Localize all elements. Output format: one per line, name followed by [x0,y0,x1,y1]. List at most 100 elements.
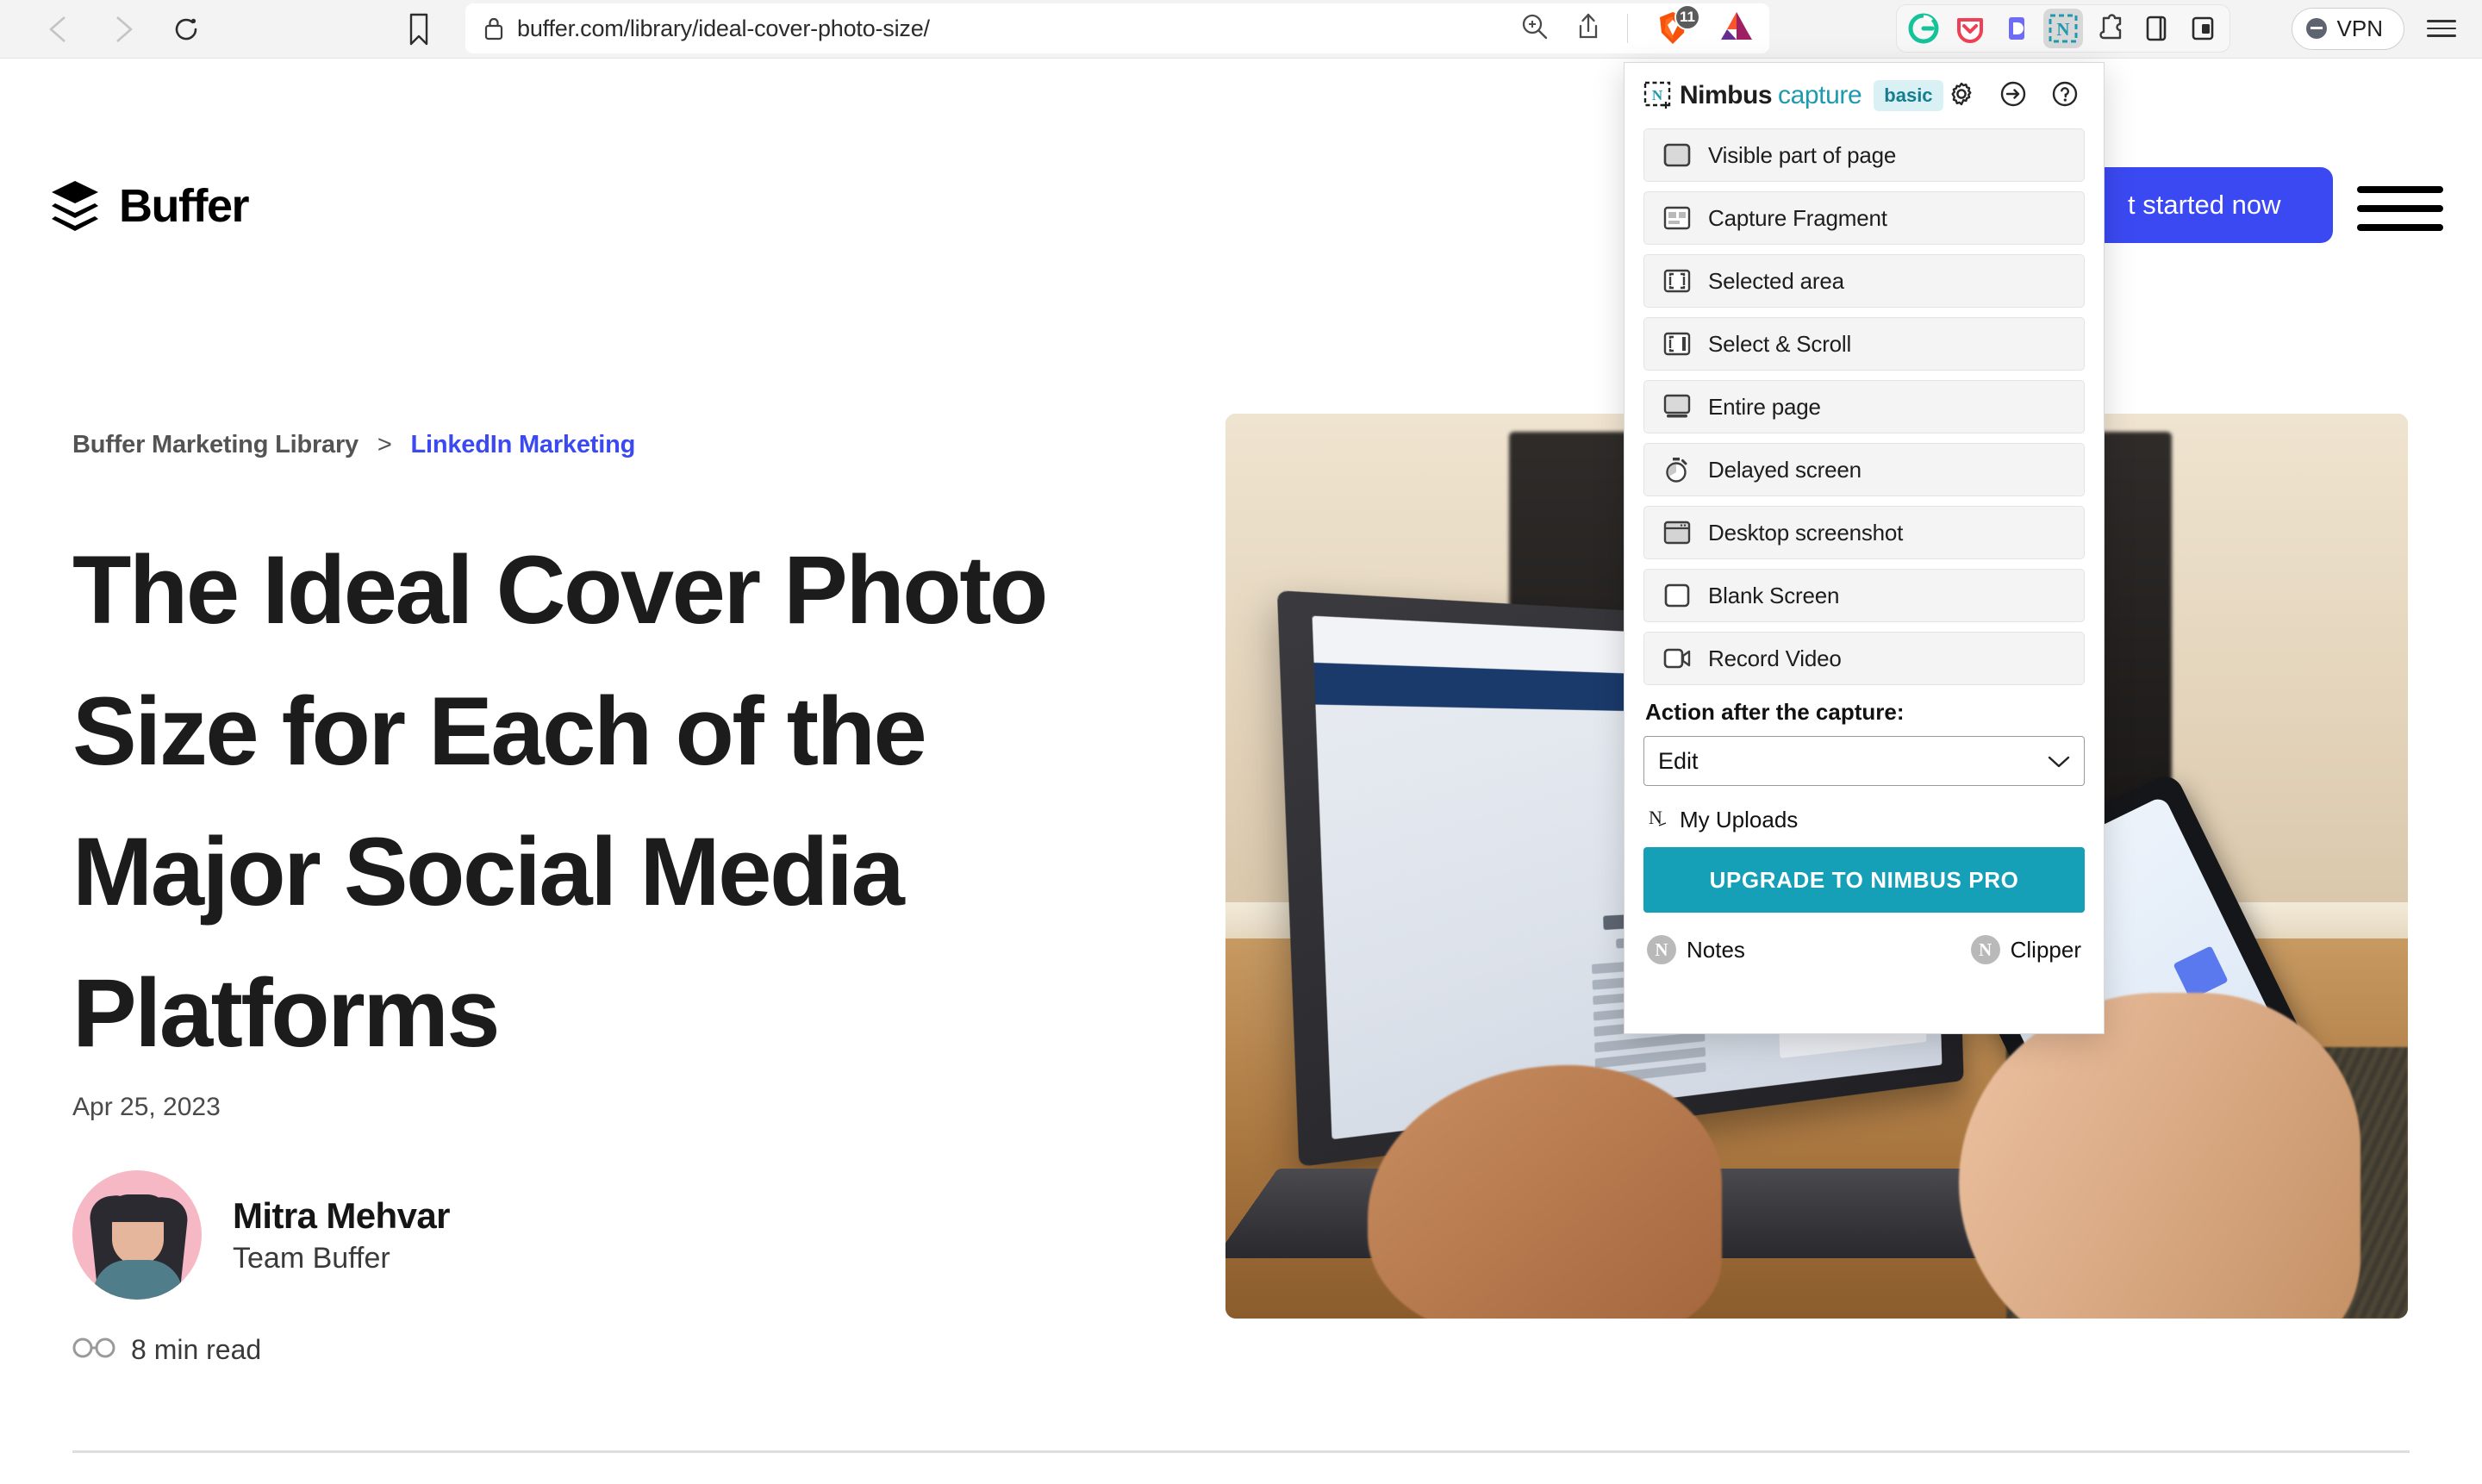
reload-icon[interactable] [169,12,203,47]
capture-item-label: Visible part of page [1708,141,1897,168]
nimbus-clipper-icon: N [1970,935,2000,964]
capture-select-and-scroll[interactable]: Select & Scroll [1643,317,2085,371]
bookmark-icon[interactable] [405,12,433,51]
capture-delayed-screen[interactable]: Delayed screen [1643,443,2085,496]
action-after-capture-value: Edit [1658,747,1699,774]
read-time-label: 8 min read [131,1334,262,1365]
page-content: Buffer t started now Buffer Marketing Li… [0,59,2482,1484]
get-started-button[interactable]: t started now [2090,167,2333,243]
navigation-buttons [41,12,203,47]
url-text: buffer.com/library/ideal-cover-photo-siz… [517,15,930,41]
buffer-logo-text: Buffer [119,180,250,232]
vpn-label: VPN [2336,15,2383,41]
nimbus-logo-icon: N [1645,805,1669,835]
nimbus-header-actions [1947,79,2085,113]
nimbus-popup-footer: N Notes N Clipper [1643,935,2085,964]
sidebar-panel-icon[interactable] [2136,9,2176,48]
grammarly-extension-icon[interactable] [1904,9,1943,48]
author-block: Mitra Mehvar Team Buffer [72,1170,450,1300]
nimbus-brand-name: Nimbus [1680,81,1773,109]
capture-desktop-screenshot[interactable]: Desktop screenshot [1643,506,2085,559]
upgrade-to-nimbus-pro-button[interactable]: UPGRADE TO NIMBUS PRO [1643,847,2085,913]
capture-record-video[interactable]: Record Video [1643,632,2085,685]
visible-part-of-page-icon [1658,140,1696,171]
capture-fragment[interactable]: Capture Fragment [1643,191,2085,245]
svg-text:N: N [2056,19,2069,40]
browser-toolbar: buffer.com/library/ideal-cover-photo-siz… [0,0,2482,59]
address-bar[interactable]: buffer.com/library/ideal-cover-photo-siz… [465,3,1646,53]
page-title: The Ideal Cover Photo Size for Each of t… [72,536,1048,1067]
vpn-status-dot-icon [2305,18,2327,39]
author-role: Team Buffer [233,1241,390,1275]
capture-item-label: Blank Screen [1708,582,1840,608]
help-icon[interactable] [2050,79,2080,113]
nimbus-notes-label: Notes [1687,936,1745,963]
section-divider [72,1450,2410,1453]
capture-item-label: Delayed screen [1708,456,1862,483]
reading-list-icon[interactable] [2183,9,2223,48]
extensions-toolbar-group: N [1896,4,2230,53]
nimbus-brand-accent: capture [1778,81,1862,109]
capture-item-label: Record Video [1708,645,1842,671]
action-after-capture-label: Action after the capture: [1645,699,1905,725]
share-icon[interactable] [1575,12,1601,46]
site-menu-icon[interactable] [2357,186,2443,231]
capture-item-label: Desktop screenshot [1708,519,1904,546]
brave-shield-count-badge: 11 [1674,4,1700,30]
bat-rewards-triangle-icon[interactable] [1718,9,1755,49]
record-video-camera-icon [1658,643,1696,674]
desktop-screenshot-icon [1658,517,1696,548]
avatar [72,1170,202,1300]
nimbus-popup-header: N Nimbus capture basic [1643,63,2085,128]
vpn-toggle-button[interactable]: VPN [2291,7,2404,50]
back-arrow-icon[interactable] [41,12,76,47]
select-and-scroll-icon [1658,328,1696,359]
capture-item-label: Entire page [1708,393,1821,420]
buffer-logo-mark-icon [48,179,102,233]
pocket-extension-icon[interactable] [1950,9,1990,48]
lock-icon [483,16,505,41]
toolbar-divider [1627,14,1628,43]
browser-menu-icon[interactable] [2427,20,2456,37]
nimbus-capture-extension-icon[interactable]: N [2043,9,2083,48]
breadcrumb-separator: > [377,431,392,458]
nimbus-clipper-link[interactable]: N Clipper [1970,935,2081,964]
buffer-logo[interactable]: Buffer [48,179,250,233]
brave-shield-icon[interactable]: 11 [1654,4,1700,47]
forward-arrow-icon[interactable] [105,12,140,47]
glasses-icon [72,1336,115,1364]
capture-selected-area[interactable]: Selected area [1643,254,2085,308]
capture-blank-screen[interactable]: Blank Screen [1643,569,2085,622]
svg-text:N: N [1652,87,1663,103]
my-uploads-link[interactable]: N My Uploads [1645,805,2085,835]
blank-screen-icon [1658,580,1696,611]
entire-page-icon [1658,391,1696,422]
article-date: Apr 25, 2023 [72,1093,221,1121]
action-after-capture-select[interactable]: Edit [1643,736,2085,786]
capture-entire-page[interactable]: Entire page [1643,380,2085,433]
nimbus-notes-icon: N [1647,935,1676,964]
nimbus-logo-icon: N [1643,81,1674,110]
capture-item-label: Select & Scroll [1708,330,1852,357]
stopwatch-icon [1658,454,1696,485]
dashlane-extension-icon[interactable] [1997,9,2036,48]
zoom-in-icon[interactable] [1520,12,1550,46]
breadcrumb-current-link[interactable]: LinkedIn Marketing [410,431,635,458]
nimbus-notes-link[interactable]: N Notes [1647,935,1745,964]
capture-item-label: Selected area [1708,267,1844,294]
capture-fragment-icon [1658,203,1696,234]
settings-gear-icon[interactable] [1947,79,1976,113]
sign-in-icon[interactable] [1999,79,2028,113]
chevron-down-icon [2048,748,2070,775]
breadcrumb-root-link[interactable]: Buffer Marketing Library [72,431,359,458]
nimbus-clipper-label: Clipper [2010,936,2081,963]
puzzle-extensions-icon[interactable] [2090,9,2130,48]
capture-item-label: Capture Fragment [1708,204,1887,231]
browser-right-controls: VPN [2291,4,2456,53]
capture-visible-part-of-page[interactable]: Visible part of page [1643,128,2085,182]
author-name: Mitra Mehvar [233,1194,450,1236]
breadcrumb: Buffer Marketing Library > LinkedIn Mark… [72,431,635,459]
selected-area-icon [1658,265,1696,296]
address-bar-actions: 11 [1513,3,1769,53]
nimbus-plan-badge: basic [1874,80,1943,111]
